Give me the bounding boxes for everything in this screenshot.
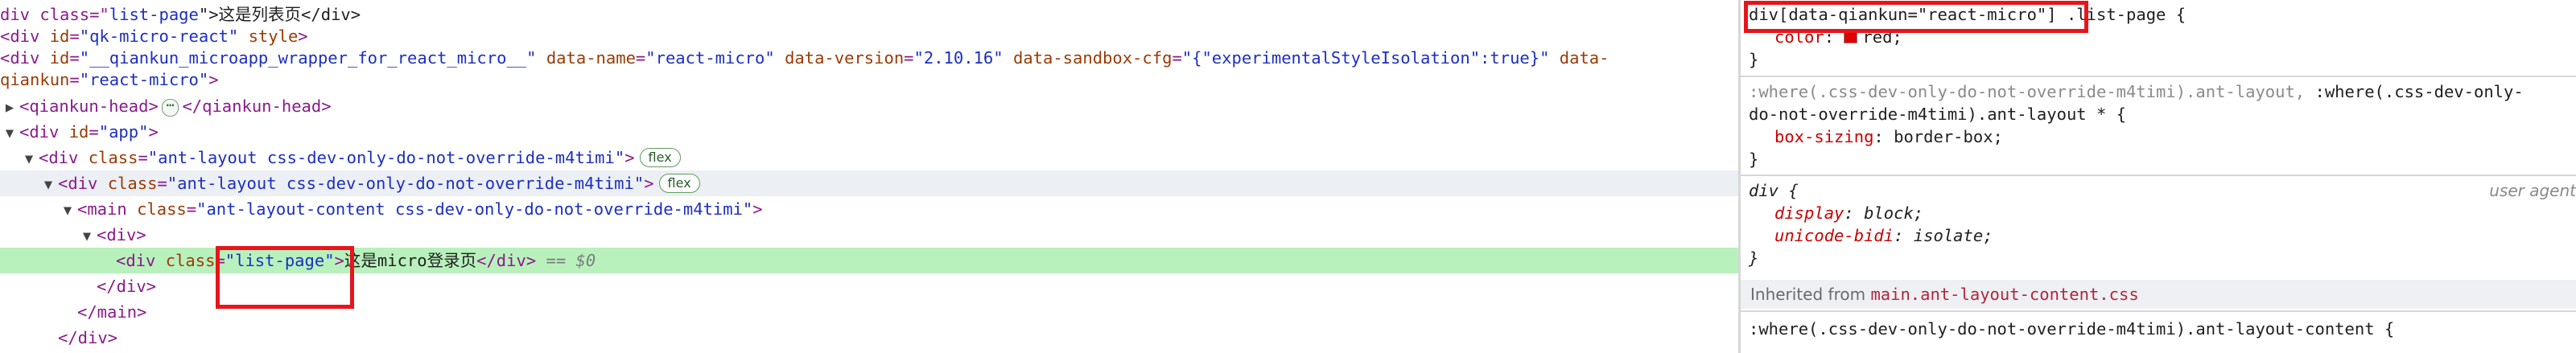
ellipsis-icon[interactable]: ⋯ bbox=[161, 99, 179, 117]
dom-node-qiankun-wrapper-cont: qiankun="react-micro"> bbox=[0, 70, 219, 89]
collapse-arrow-icon[interactable]: ▼ bbox=[0, 121, 19, 146]
property-name[interactable]: display bbox=[1774, 203, 1844, 223]
user-agent-label: user agent bbox=[2489, 181, 2576, 200]
collapse-arrow-icon[interactable]: ▼ bbox=[77, 224, 97, 249]
property-value[interactable]: isolate; bbox=[1914, 226, 1993, 245]
dom-node-div-close-2: </div> bbox=[58, 328, 118, 347]
property-value[interactable]: border-box; bbox=[1894, 127, 2003, 146]
rule-selector-matched: :where(.css-dev-only- bbox=[2305, 82, 2524, 101]
property-value[interactable]: red; bbox=[1862, 27, 1902, 47]
selected-node-marker: == $0 bbox=[546, 251, 596, 270]
styles-panel: div[data-qiankun="react-micro"] .list-pa… bbox=[1741, 0, 2576, 353]
rule-selector-matched: do-not-override-m4timi).ant-layout * { bbox=[1749, 105, 2126, 124]
elements-panel: div class="list-page">这是列表页</div> <div i… bbox=[0, 0, 1738, 353]
rule-divider bbox=[1741, 76, 2576, 77]
flex-badge[interactable]: flex bbox=[639, 148, 681, 167]
dom-node-main[interactable]: ▼ <main class="ant-layout-content css-dev… bbox=[0, 196, 1738, 222]
rule-divider bbox=[1741, 174, 2576, 176]
collapse-arrow-icon[interactable]: ▼ bbox=[39, 172, 58, 198]
collapse-arrow-icon[interactable]: ▼ bbox=[19, 146, 39, 172]
inherited-source-link[interactable]: main.ant-layout-content.css bbox=[1870, 285, 2138, 304]
rule-selector-boxed: div[data-qiankun="react-micro"] bbox=[1749, 5, 2057, 24]
dom-node-main-close: </main> bbox=[77, 302, 147, 322]
property-name[interactable]: box-sizing bbox=[1774, 127, 1873, 146]
color-swatch-icon[interactable] bbox=[1844, 30, 1858, 43]
rule-selector-rest: .list-page { bbox=[2056, 5, 2187, 24]
rule-selector-unmatched: :where(.css-dev-only-do-not-override-m4t… bbox=[1749, 82, 2306, 101]
devtools-inspector: div class="list-page">这是列表页</div> <div i… bbox=[0, 0, 2576, 353]
rule-selector: :where(.css-dev-only-do-not-override-m4t… bbox=[1749, 319, 2395, 339]
collapse-arrow-icon[interactable]: ▼ bbox=[58, 198, 77, 224]
flex-badge[interactable]: flex bbox=[658, 174, 700, 193]
expand-arrow-icon[interactable]: ▶ bbox=[0, 95, 19, 121]
rule-divider bbox=[1741, 310, 2576, 312]
dom-node-ant-layout-inner[interactable]: ▼ <div class="ant-layout css-dev-only-do-… bbox=[0, 170, 1738, 196]
property-name[interactable]: unicode-bidi bbox=[1774, 226, 1894, 245]
dom-node-qiankun-head[interactable]: ▶ <qiankun-head> ⋯ </qiankun-head> bbox=[0, 93, 1738, 119]
dom-node-app[interactable]: ▼ <div id="app"> bbox=[0, 119, 1738, 145]
dom-node-list-page-selected[interactable]: <div class="list-page">这是micro登录页</div> … bbox=[0, 248, 1738, 273]
tag-close: </qiankun-head> bbox=[182, 96, 332, 116]
tag-tail: ">这是列表页</div> bbox=[198, 5, 361, 24]
tag-open: <div> bbox=[97, 225, 146, 244]
rule-selector: div { bbox=[1749, 181, 1799, 200]
property-value[interactable]: block; bbox=[1864, 203, 1923, 223]
dom-node-div-close: </div> bbox=[97, 277, 157, 296]
dom-node-div[interactable]: ▼ <div> bbox=[0, 222, 1738, 248]
property-name[interactable]: color bbox=[1774, 27, 1824, 47]
dom-node-ant-layout-outer[interactable]: ▼ <div class="ant-layout css-dev-only-do-… bbox=[0, 145, 1738, 170]
tag-open: <qiankun-head> bbox=[19, 96, 159, 116]
attr-value: list-page bbox=[109, 5, 199, 24]
tag-close: </div> bbox=[476, 251, 537, 270]
inherited-label: Inherited from bbox=[1750, 285, 1871, 304]
node-text: 这是micro登录页 bbox=[344, 251, 477, 270]
inherited-from-header: Inherited from main.ant-layout-content.c… bbox=[1741, 280, 2576, 309]
tag-open: iv class=" bbox=[10, 5, 109, 24]
